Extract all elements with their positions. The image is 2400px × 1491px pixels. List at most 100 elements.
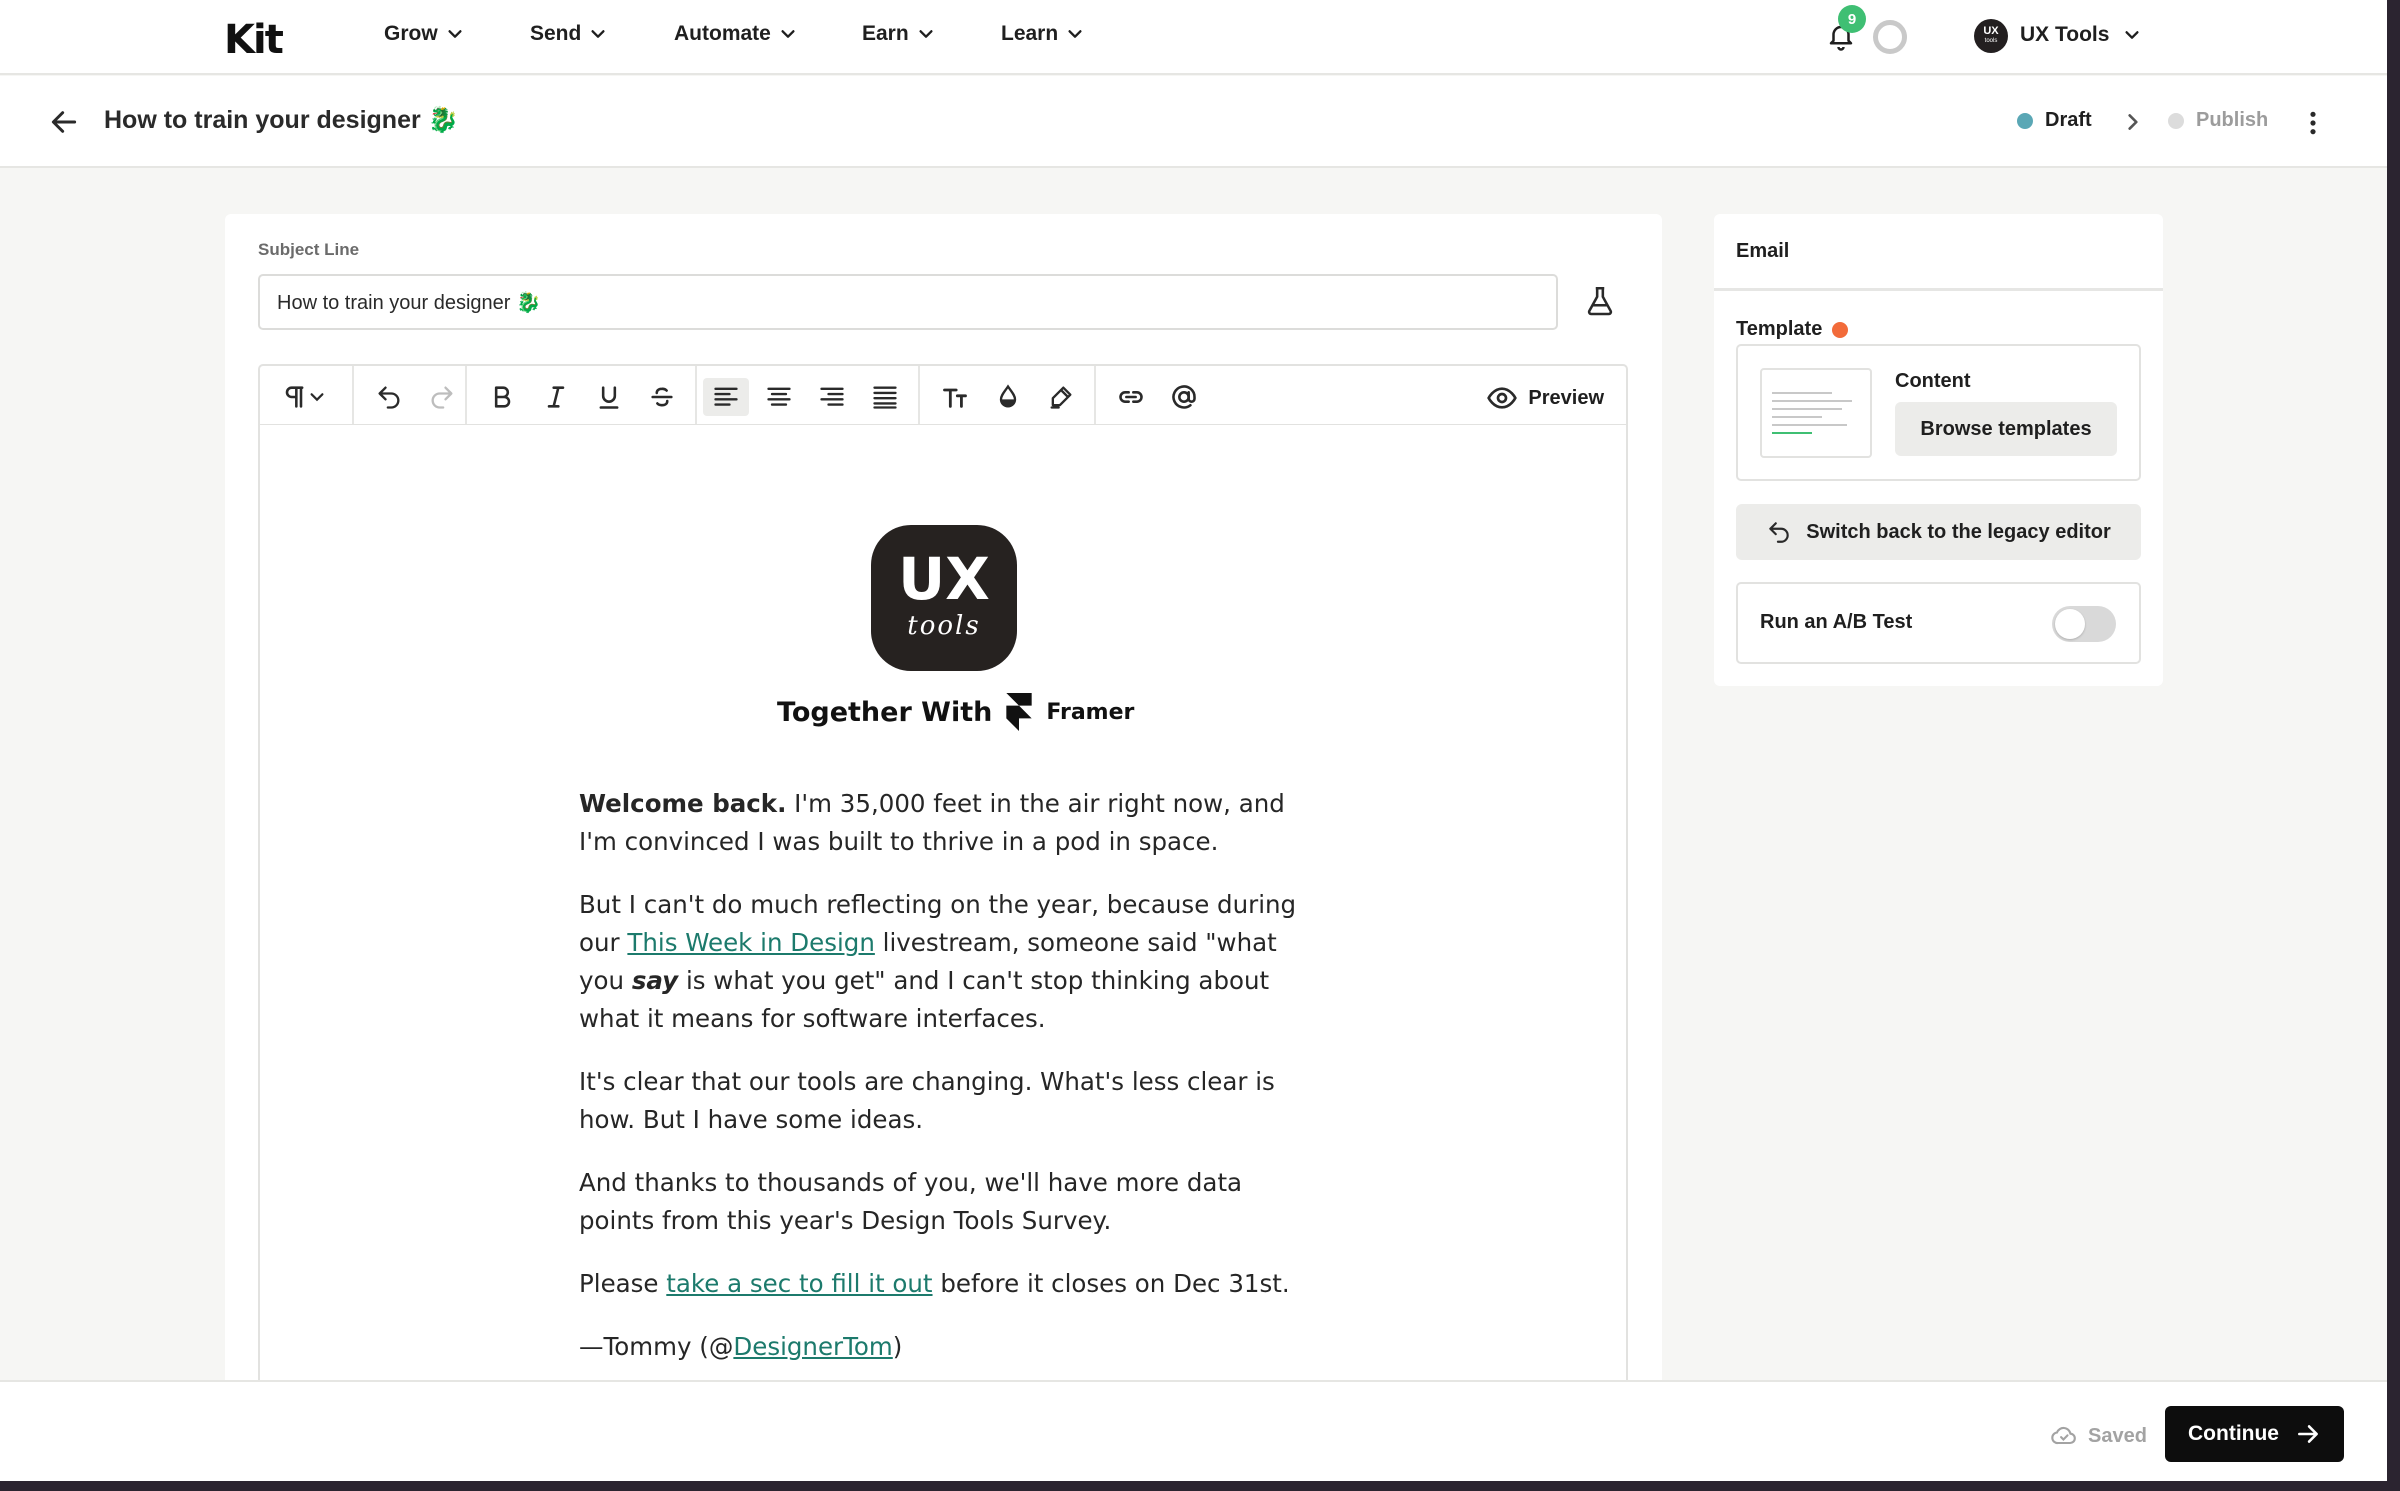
template-thumbnail[interactable] bbox=[1760, 368, 1872, 458]
nav-automate[interactable]: Automate bbox=[674, 22, 797, 46]
underline-icon bbox=[599, 386, 619, 409]
chevron-down-icon bbox=[2125, 31, 2140, 39]
paragraph-style-dropdown[interactable] bbox=[272, 378, 334, 416]
designertom-link[interactable]: DesignerTom bbox=[733, 1332, 892, 1361]
paragraph: Welcome back. I'm 35,000 feet in the air… bbox=[579, 785, 1309, 861]
this-week-in-design-link[interactable]: This Week in Design bbox=[627, 928, 874, 957]
underline-button[interactable] bbox=[590, 378, 628, 416]
page-title: How to train your designer 🐉 bbox=[104, 106, 459, 134]
flask-icon[interactable] bbox=[1583, 284, 1617, 318]
toolbar-divider bbox=[695, 366, 697, 424]
chevron-right-icon bbox=[2128, 114, 2138, 130]
paragraph: But I can't do much reflecting on the ye… bbox=[579, 886, 1309, 1038]
avatar-text-top: UX bbox=[1983, 25, 1999, 37]
at-sign-icon bbox=[1172, 385, 1196, 409]
eye-icon bbox=[1487, 387, 1518, 409]
arrow-left-icon[interactable] bbox=[48, 106, 80, 138]
nav-send-label: Send bbox=[530, 22, 582, 45]
bold-button[interactable] bbox=[483, 378, 521, 416]
signature: —Tommy (@DesignerTom) bbox=[579, 1328, 1309, 1366]
template-status-dot bbox=[1832, 321, 1849, 338]
logo-text-tools: tools bbox=[907, 611, 981, 641]
saved-status: Saved bbox=[2050, 1422, 2147, 1450]
chevron-down-icon bbox=[310, 393, 324, 402]
arrow-right-icon bbox=[2298, 1425, 2318, 1443]
chevron-down-icon bbox=[448, 30, 462, 38]
strikethrough-icon bbox=[651, 387, 673, 407]
signature-text: —Tommy (@ bbox=[579, 1332, 734, 1361]
text-size-button[interactable] bbox=[936, 378, 974, 416]
highlighter-icon bbox=[1050, 386, 1072, 409]
undo-icon bbox=[378, 386, 400, 409]
toolbar-divider bbox=[352, 366, 354, 424]
chevron-down-icon bbox=[1068, 30, 1082, 38]
settings-sidebar: Email Template Content Browse templates … bbox=[1714, 214, 2163, 686]
step-draft[interactable]: Draft bbox=[2017, 109, 2092, 132]
saved-label: Saved bbox=[2088, 1424, 2147, 1447]
template-heading: Template bbox=[1736, 318, 1849, 341]
browse-templates-button[interactable]: Browse templates bbox=[1895, 402, 2117, 456]
top-navigation: Kit Grow Send Automate Earn Learn 9 UX t… bbox=[0, 0, 2387, 75]
account-name: UX Tools bbox=[2020, 23, 2110, 46]
more-vertical-icon[interactable] bbox=[2305, 110, 2321, 136]
step-publish[interactable]: Publish bbox=[2168, 109, 2268, 132]
bold-icon bbox=[494, 386, 511, 408]
link-icon bbox=[1119, 391, 1143, 403]
align-right-icon bbox=[820, 387, 844, 406]
preview-button[interactable]: Preview bbox=[1486, 382, 1604, 414]
italic-button[interactable] bbox=[537, 378, 575, 416]
align-justify-button[interactable] bbox=[866, 378, 904, 416]
italic-icon bbox=[547, 386, 565, 408]
step-draft-label: Draft bbox=[2045, 109, 2092, 131]
loading-ring-icon[interactable] bbox=[1873, 20, 1907, 54]
chevron-down-icon bbox=[591, 30, 605, 38]
ab-test-label: Run an A/B Test bbox=[1760, 611, 1913, 633]
link-button[interactable] bbox=[1112, 378, 1150, 416]
align-justify-icon bbox=[873, 386, 897, 409]
text-color-button[interactable] bbox=[989, 378, 1027, 416]
nav-grow[interactable]: Grow bbox=[384, 22, 464, 46]
preview-label: Preview bbox=[1528, 386, 1604, 409]
chevron-down-icon bbox=[919, 30, 933, 38]
align-left-icon bbox=[714, 387, 738, 406]
align-right-button[interactable] bbox=[813, 378, 851, 416]
align-center-button[interactable] bbox=[760, 378, 798, 416]
nav-grow-label: Grow bbox=[384, 22, 438, 45]
account-avatar[interactable]: UX tools bbox=[1974, 19, 2008, 53]
chevron-down-icon bbox=[781, 30, 795, 38]
kit-logo[interactable]: Kit bbox=[224, 17, 284, 63]
align-left-button[interactable] bbox=[703, 378, 749, 416]
subject-line-input[interactable]: How to train your designer 🐉 bbox=[258, 274, 1558, 330]
email-content-area[interactable]: UX tools Together With Framer Welcome ba… bbox=[258, 425, 1628, 1481]
notification-badge: 9 bbox=[1838, 5, 1866, 33]
nav-learn[interactable]: Learn bbox=[1001, 22, 1084, 46]
tab-divider bbox=[1714, 288, 2163, 291]
editor-toolbar: Preview bbox=[258, 364, 1628, 426]
undo-button[interactable] bbox=[370, 378, 408, 416]
publish-status-dot bbox=[2168, 112, 2184, 129]
strikethrough-button[interactable] bbox=[643, 378, 681, 416]
footer-bar: Saved Continue bbox=[0, 1380, 2387, 1481]
legacy-editor-button[interactable]: Switch back to the legacy editor bbox=[1736, 504, 2141, 560]
paragraph-text: before it closes on Dec 31st. bbox=[932, 1269, 1290, 1298]
ab-test-toggle[interactable] bbox=[2052, 606, 2116, 642]
survey-link[interactable]: take a sec to fill it out bbox=[666, 1269, 932, 1298]
nav-earn-label: Earn bbox=[862, 22, 909, 45]
account-menu[interactable]: UX Tools bbox=[2020, 23, 2141, 47]
signature-text: ) bbox=[892, 1332, 903, 1361]
mention-button[interactable] bbox=[1165, 378, 1203, 416]
sponsor-banner: Together With Framer bbox=[777, 693, 1134, 731]
nav-earn[interactable]: Earn bbox=[862, 22, 935, 46]
tab-email[interactable]: Email bbox=[1736, 240, 1789, 263]
nav-send[interactable]: Send bbox=[530, 22, 607, 46]
paragraph-text: is what you get" and I can't stop thinki… bbox=[579, 966, 1270, 1033]
align-center-icon bbox=[767, 387, 791, 406]
redo-button[interactable] bbox=[423, 378, 461, 416]
toolbar-divider bbox=[1094, 366, 1096, 424]
continue-button[interactable]: Continue bbox=[2165, 1406, 2344, 1462]
toggle-knob bbox=[2055, 609, 2085, 639]
highlight-button[interactable] bbox=[1042, 378, 1080, 416]
paragraph: It's clear that our tools are changing. … bbox=[579, 1067, 1275, 1134]
subject-line-label: Subject Line bbox=[258, 240, 360, 259]
ab-test-card: Run an A/B Test bbox=[1736, 582, 2141, 664]
